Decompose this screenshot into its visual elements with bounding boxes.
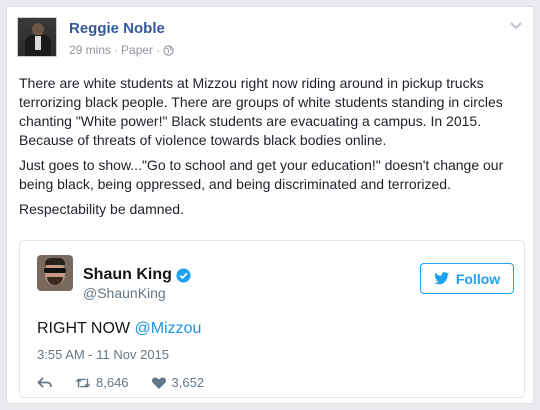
heart-icon[interactable]	[151, 376, 167, 390]
tweet-author[interactable]: Shaun King	[83, 266, 191, 284]
tweet-timestamp[interactable]: 3:55 AM - 11 Nov 2015	[37, 347, 169, 362]
post-paragraph-3: Respectability be damned.	[19, 201, 184, 217]
embedded-tweet[interactable]: Shaun King @ShaunKing Follow RIGHT NOW @…	[19, 240, 525, 398]
twitter-bird-icon	[434, 272, 449, 285]
retweet-count: 8,646	[96, 375, 129, 390]
globe-icon[interactable]	[163, 44, 174, 56]
post-paragraph-1: There are white students at Mizzou right…	[19, 75, 503, 148]
author-avatar[interactable]	[17, 17, 57, 57]
reply-action[interactable]	[37, 376, 53, 390]
meta-separator: ·	[114, 43, 119, 57]
post-meta: 29 mins · Paper ·	[69, 43, 174, 57]
verified-badge-icon	[176, 267, 191, 283]
tweet-text: RIGHT NOW @Mizzou	[37, 320, 201, 338]
tweet-avatar[interactable]	[37, 255, 73, 291]
like-action[interactable]: 3,652	[151, 375, 205, 390]
tweet-handle[interactable]: @ShaunKing	[83, 285, 166, 301]
retweet-action[interactable]: 8,646	[75, 375, 129, 390]
reply-icon[interactable]	[37, 376, 53, 390]
follow-button[interactable]: Follow	[420, 263, 514, 294]
tweet-text-prefix: RIGHT NOW	[37, 320, 135, 337]
tweet-actions: 8,646 3,652	[37, 375, 226, 390]
tweet-author-name[interactable]: Shaun King	[83, 266, 172, 284]
facebook-post: Reggie Noble 29 mins · Paper · There are…	[6, 6, 534, 404]
tweet-mention-link[interactable]: @Mizzou	[134, 320, 201, 337]
chevron-down-icon[interactable]	[509, 21, 523, 31]
retweet-icon[interactable]	[75, 376, 91, 390]
post-body: There are white students at Mizzou right…	[19, 74, 527, 225]
meta-separator-2: ·	[156, 43, 161, 57]
follow-label: Follow	[455, 270, 501, 287]
post-source[interactable]: Paper	[121, 43, 153, 57]
like-count: 3,652	[171, 375, 205, 390]
post-paragraph-2: Just goes to show..."Go to school and ge…	[19, 157, 504, 192]
author-name[interactable]: Reggie Noble	[69, 20, 165, 37]
post-time[interactable]: 29 mins	[69, 43, 111, 57]
